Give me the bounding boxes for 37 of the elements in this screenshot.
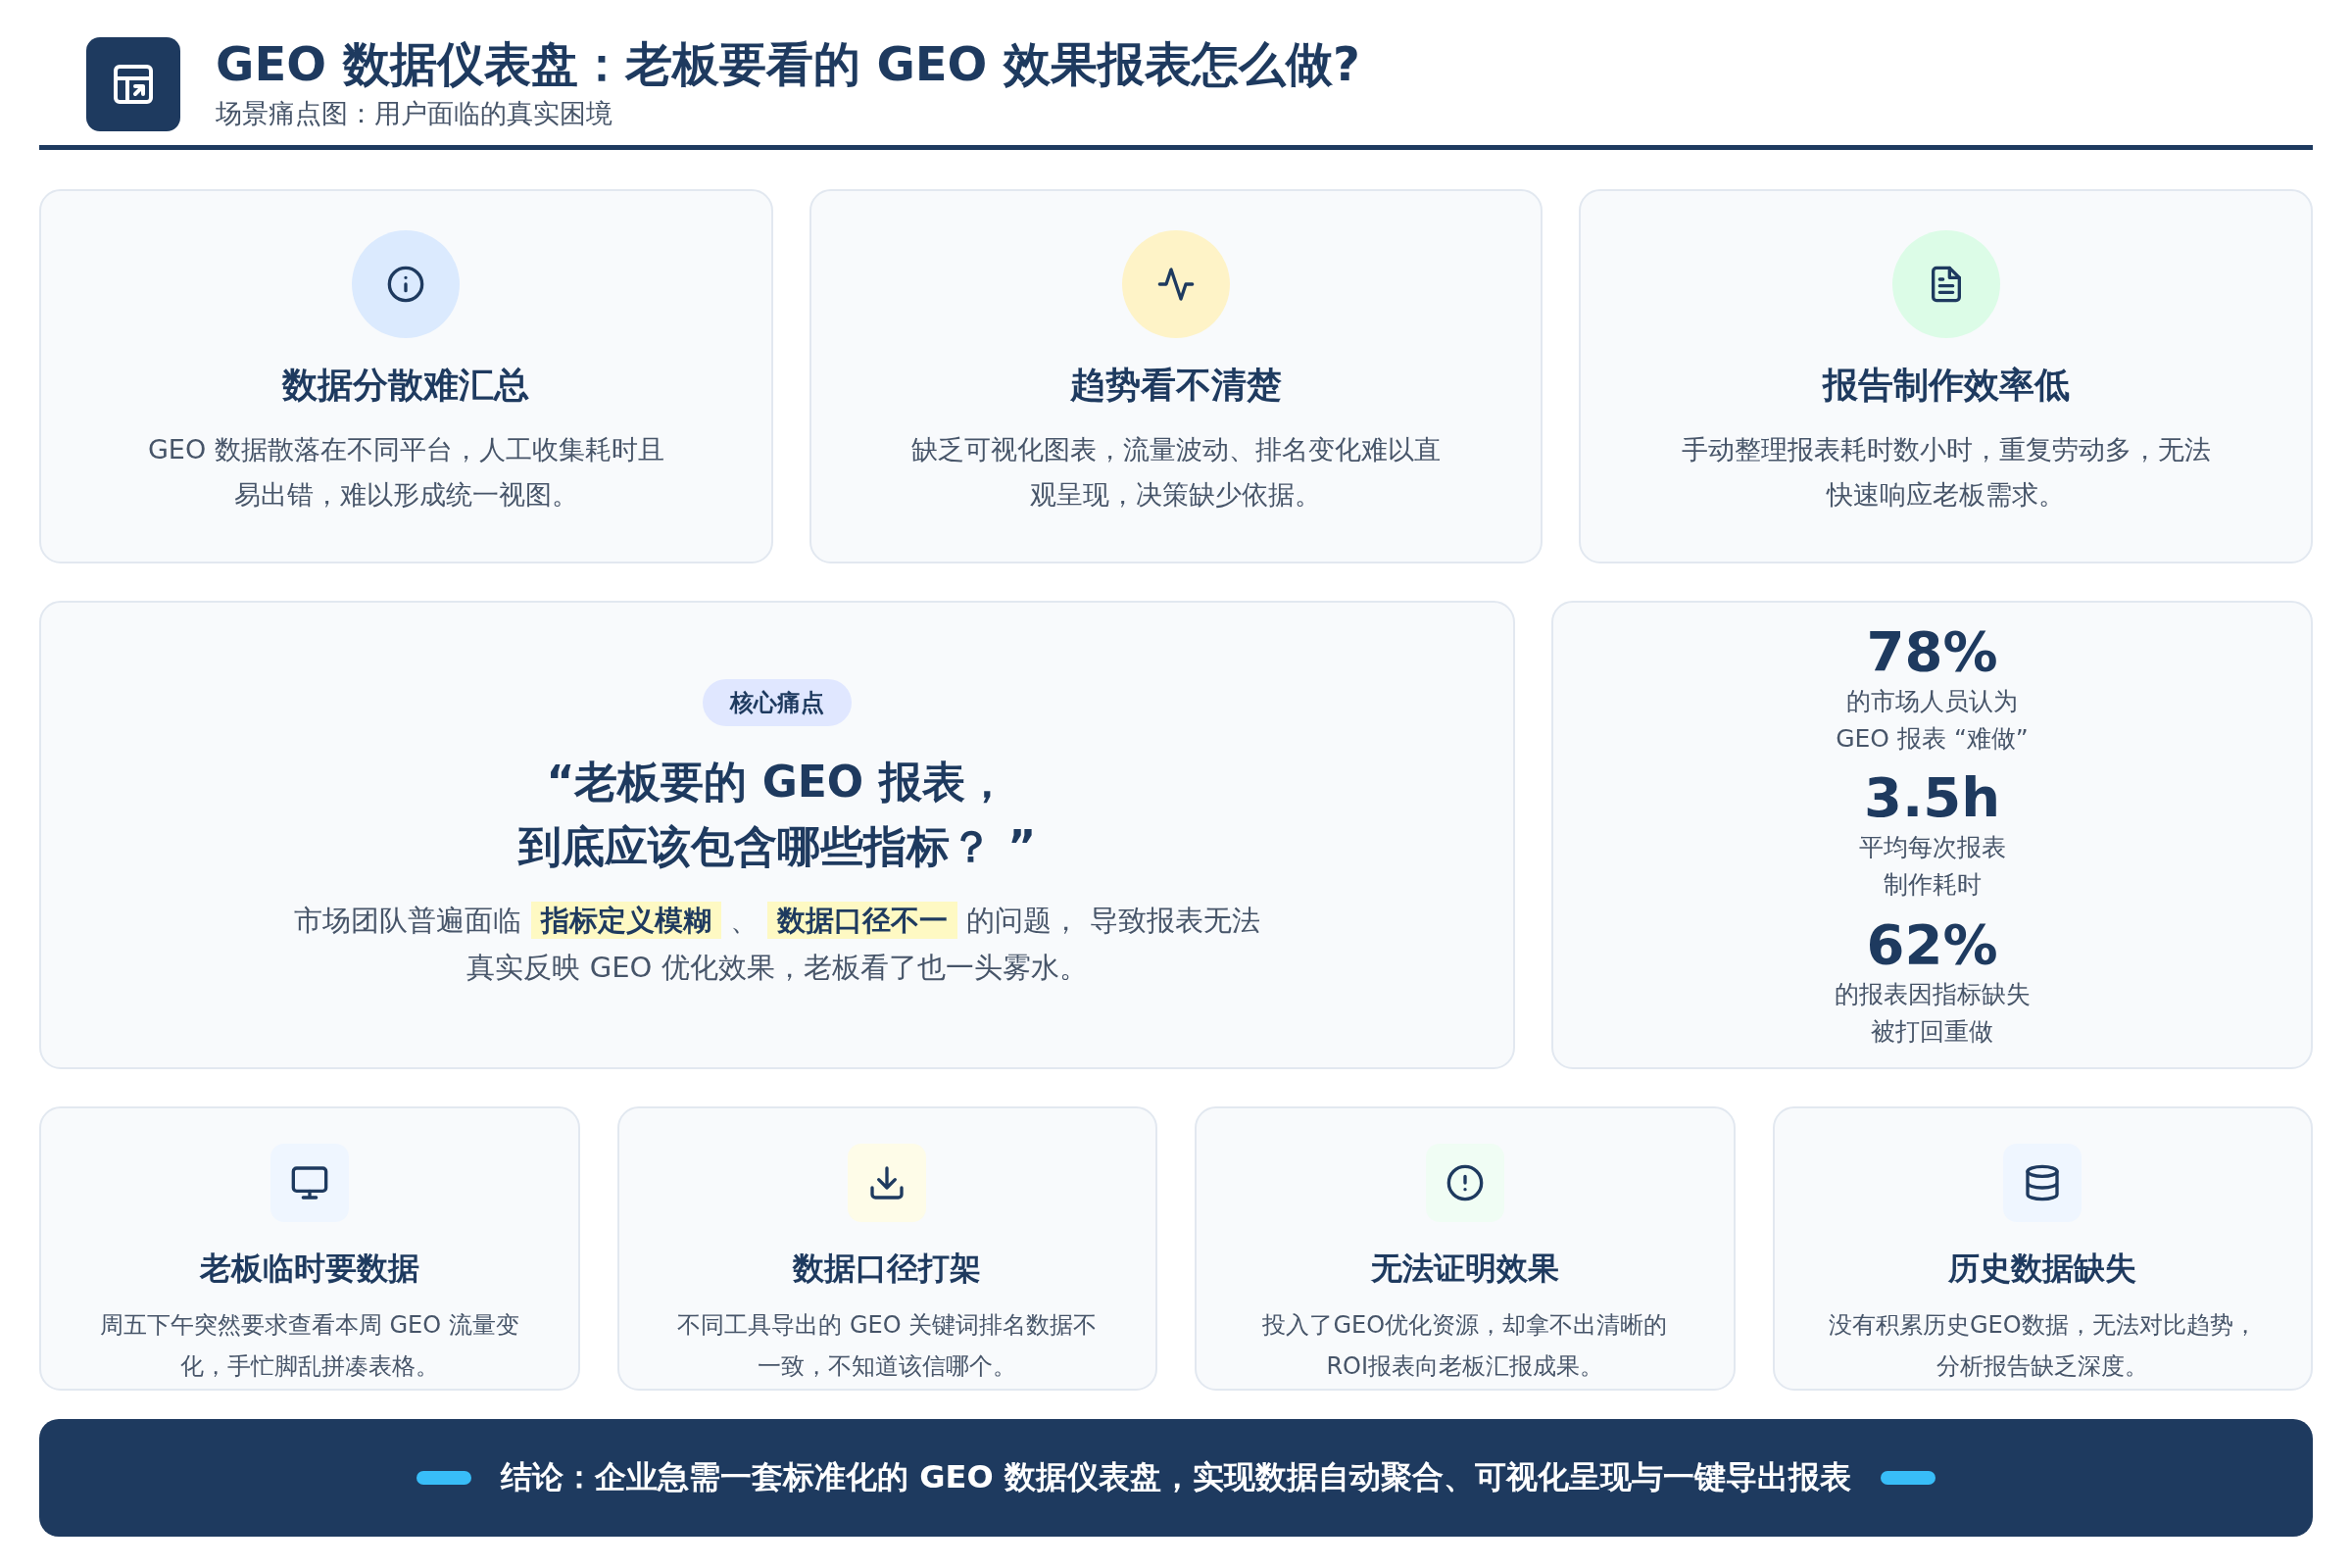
quote-line: “老板要的 GEO 报表， <box>546 756 1008 808</box>
card-description: GEO 数据散落在不同平台，人工收集耗时且易出错，难以形成统一视图。 <box>146 433 665 512</box>
card-description: 周五下午突然要求查看本周 GEO 流量变化，手忙脚乱拼凑表格。 <box>98 1310 520 1382</box>
stat-label: GEO 报表 “难做” <box>1836 722 2029 755</box>
alert-icon <box>1425 1144 1504 1222</box>
stat-label: 平均每次报表 <box>1858 832 2006 863</box>
pill-icon <box>416 1471 472 1485</box>
core-description: 市场团队普遍面临 指标定义模糊 、 数据口径不一 的问题， 导致报表无法真实反映 GEO 优化效果，老板看了也一头雾水。 <box>293 901 1261 986</box>
card-title: 老板临时要数据 <box>199 1249 419 1289</box>
card-description: 不同工具导出的 GEO 关键词排名数据不一致，不知道该信哪个。 <box>676 1310 1099 1382</box>
conclusion-text: 结论：企业急需一套标准化的 GEO 数据仪表盘，实现数据自动聚合、可视化呈现与一键导出报表 <box>501 1457 1851 1497</box>
card-title: 数据口径打架 <box>793 1249 982 1289</box>
core-badge: 核心痛点 <box>703 679 852 726</box>
card-description: 手动整理报表耗时数小时，重复劳动多，无法快速响应老板需求。 <box>1681 433 2211 512</box>
database-icon <box>2003 1144 2082 1222</box>
stat-value: 62% <box>1866 912 1998 976</box>
page-title: GEO 数据仪表盘：老板要看的 GEO 效果报表怎么做? <box>216 37 1360 92</box>
card-title: 趋势看不清楚 <box>1070 364 1282 407</box>
card-description: 缺乏可视化图表，流量波动、排名变化难以直观呈现，决策缺少依据。 <box>911 433 1441 512</box>
stat-label: 的市场人员认为 <box>1846 685 2018 717</box>
dashboard-logo-icon <box>86 37 180 131</box>
card-description: 投入了GEO优化资源，却拿不出清晰的ROI报表向老板汇报成果。 <box>1261 1310 1669 1382</box>
card-description: 没有积累历史GEO数据，无法对比趋势，分析报告缺乏深度。 <box>1827 1310 2258 1382</box>
card-title: 报告制作效率低 <box>1822 364 2070 407</box>
card-title: 数据分散难汇总 <box>282 364 530 407</box>
stat-value: 78% <box>1866 619 1998 683</box>
stat-label: 的报表因指标缺失 <box>1834 978 2031 1010</box>
monitor-icon <box>270 1144 349 1222</box>
stat-value: 3.5h <box>1863 766 2001 829</box>
pill-icon <box>1880 1471 1936 1485</box>
stat-label: 制作耗时 <box>1883 869 1982 901</box>
card-title: 历史数据缺失 <box>1948 1249 2137 1289</box>
page-subtitle: 场景痛点图：用户面临的真实困境 <box>216 96 613 130</box>
quote-line: 到底应该包含哪些指标？ ” <box>517 820 1037 873</box>
download-icon <box>848 1144 927 1222</box>
stat-label: 被打回重做 <box>1871 1015 1993 1048</box>
card-title: 无法证明效果 <box>1370 1249 1559 1289</box>
